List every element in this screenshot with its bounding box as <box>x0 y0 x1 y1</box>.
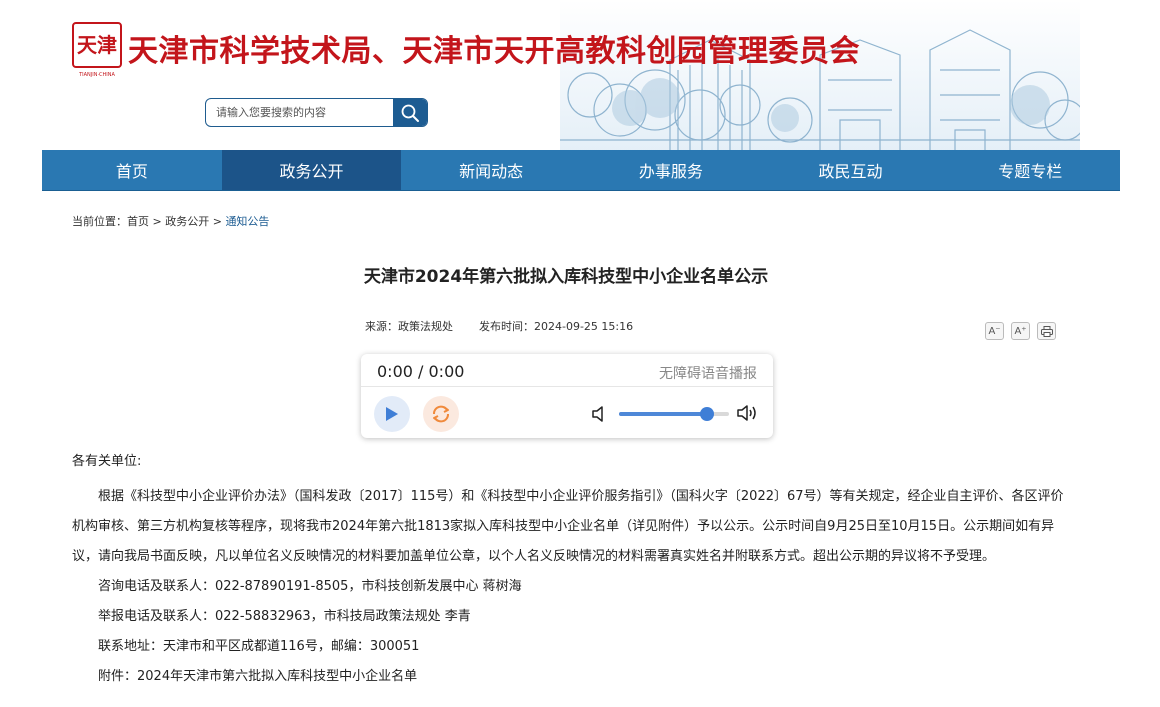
breadcrumb-prefix: 当前位置： <box>72 215 127 228</box>
volume-slider-handle[interactable] <box>700 407 714 421</box>
print-icon <box>1040 325 1053 337</box>
breadcrumb-government-affairs[interactable]: 政务公开 <box>165 215 209 228</box>
article-source: 来源：政策法规处 <box>365 320 453 333</box>
volume-slider[interactable] <box>619 407 729 421</box>
search-box <box>205 98 428 127</box>
nav-item-home[interactable]: 首页 <box>42 150 222 190</box>
volume-high-icon <box>737 405 756 421</box>
contact-address: 联系地址：天津市和平区成都道116号，邮编：300051 <box>98 639 420 654</box>
nav-item-services[interactable]: 办事服务 <box>581 150 761 190</box>
attachment-link[interactable]: 附件：2024年天津市第六批拟入库科技型中小企业名单 <box>72 662 1072 692</box>
volume-low-icon <box>592 406 603 422</box>
report-contact: 举报电话及联系人：022-58832963，市科技局政策法规处 李青 <box>98 609 471 624</box>
nav-item-interaction[interactable]: 政民互动 <box>761 150 941 190</box>
site-header: 天津 TIANJIN·CHINA 天津市科学技术局、天津市天开高教科创园管理委员… <box>0 0 1160 150</box>
volume-slider-fill <box>619 412 707 416</box>
seal-caption: TIANJIN·CHINA <box>78 72 115 78</box>
site-title: 天津市科学技术局、天津市天开高教科创园管理委员会 <box>128 34 860 69</box>
player-time: 0:00 / 0:00 <box>377 362 465 381</box>
article-publish-time: 发布时间：2024-09-25 15:16 <box>479 320 634 333</box>
print-button[interactable] <box>1037 322 1056 340</box>
font-larger-button[interactable]: A⁺ <box>1011 322 1030 340</box>
nav-item-news[interactable]: 新闻动态 <box>401 150 581 190</box>
font-smaller-button[interactable]: A⁻ <box>985 322 1004 340</box>
player-divider <box>361 386 773 387</box>
article-title: 天津市2024年第六批拟入库科技型中小企业名单公示 <box>363 267 769 287</box>
article-tools: A⁻ A⁺ <box>985 322 1056 340</box>
main-paragraph: 根据《科技型中小企业评价办法》（国科发政〔2017〕115号）和《科技型中小企业… <box>72 489 1064 564</box>
building-illustration <box>560 0 1080 150</box>
salutation: 各有关单位: <box>72 454 142 469</box>
breadcrumb-separator: > <box>152 215 162 228</box>
search-icon <box>401 104 419 122</box>
nav-item-government-affairs[interactable]: 政务公开 <box>221 150 402 190</box>
article-content: 各有关单位: 根据《科技型中小企业评价办法》（国科发政〔2017〕115号）和《… <box>72 452 1072 692</box>
nav-item-special-topics[interactable]: 专题专栏 <box>940 150 1120 190</box>
breadcrumb: 当前位置：首页 > 政务公开 > 通知公告 <box>72 213 269 229</box>
breadcrumb-home[interactable]: 首页 <box>127 215 149 228</box>
tianjin-seal-logo: 天津 TIANJIN·CHINA <box>72 22 122 78</box>
consult-contact: 咨询电话及联系人：022-87890191-8505，市科技创新发展中心 蒋树海 <box>98 579 522 594</box>
seal-text: 天津 <box>77 33 117 57</box>
loop-button[interactable] <box>423 396 459 432</box>
search-input[interactable] <box>206 99 394 126</box>
article-meta: 来源：政策法规处 发布时间：2024-09-25 15:16 <box>365 318 633 334</box>
breadcrumb-separator: > <box>212 215 222 228</box>
breadcrumb-notices[interactable]: 通知公告 <box>225 215 269 228</box>
play-icon <box>386 407 398 421</box>
audio-player: 0:00 / 0:00 无障碍语音播报 <box>361 354 773 438</box>
main-nav: 首页 政务公开 新闻动态 办事服务 政民互动 专题专栏 <box>42 150 1120 191</box>
play-button[interactable] <box>374 396 410 432</box>
accessibility-audio-label: 无障碍语音播报 <box>659 366 757 382</box>
search-button[interactable] <box>393 99 427 126</box>
loop-icon <box>433 405 449 423</box>
